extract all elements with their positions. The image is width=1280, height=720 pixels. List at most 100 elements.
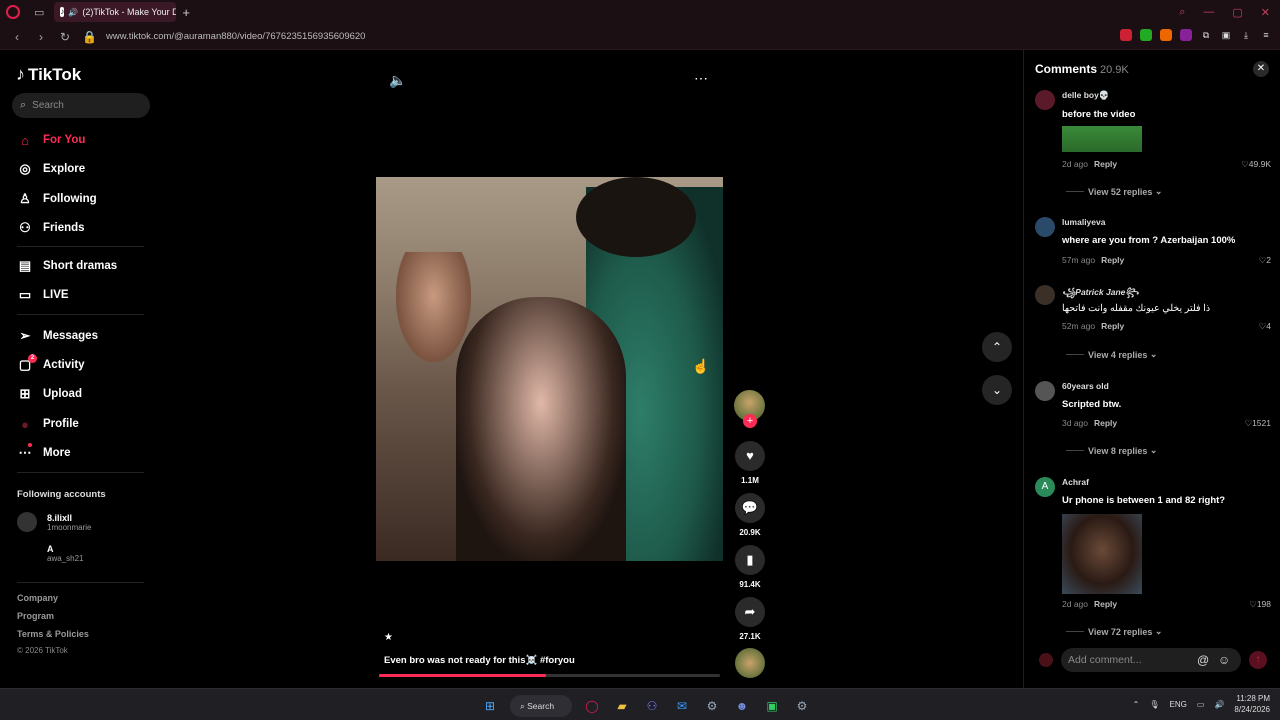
back-button[interactable]: ‹ [10,30,24,44]
comment-user[interactable]: 60years old [1062,381,1109,391]
avatar[interactable] [1035,90,1055,110]
clock[interactable]: 11:28 PM 8/24/2026 [1234,693,1270,715]
nav-friends[interactable]: ⚇ Friends [17,217,147,239]
reply-button[interactable]: Reply [1094,599,1117,609]
mail-icon[interactable]: ✉ [672,696,692,716]
follow-plus-icon[interactable]: + [743,414,757,428]
next-video-button[interactable]: ⌄ [982,375,1012,405]
emoji-icon[interactable]: ☺ [1218,653,1230,667]
nav-following[interactable]: ♙ Following [17,188,147,210]
nav-for-you[interactable]: ⌂ For You [17,129,147,151]
extension-icon[interactable] [1160,29,1172,41]
add-comment-input[interactable]: Add comment... @ ☺ [1061,648,1241,672]
nav-activity[interactable]: ▢ 2 Activity [17,354,147,376]
steam-icon[interactable]: ⚙ [792,696,812,716]
video-caption[interactable]: Even bro was not ready for this☠️ #foryo… [384,655,575,666]
extension-icon[interactable] [1120,29,1132,41]
view-replies-button[interactable]: View 72 replies ⌄ [1066,626,1162,637]
comment-user[interactable]: delle boy💀 [1062,90,1109,101]
avatar[interactable]: A [1035,477,1055,497]
box-icon[interactable]: ▣ [1220,29,1232,41]
avatar[interactable] [1035,217,1055,237]
forward-button[interactable]: › [34,30,48,44]
like-button[interactable]: ♥ [735,441,765,471]
view-replies-button[interactable]: View 8 replies ⌄ [1066,445,1157,456]
volume-tray-icon[interactable]: 🔊 [1214,700,1224,709]
avatar[interactable] [1035,381,1055,401]
comment-likes[interactable]: ♡1521 [1244,418,1271,429]
reload-button[interactable]: ↻ [58,30,72,44]
comment-user[interactable]: Achraf [1062,477,1089,487]
view-replies-button[interactable]: View 52 replies ⌄ [1066,186,1162,197]
steam-icon[interactable]: ⚙ [702,696,722,716]
previous-video-button[interactable]: ⌃ [982,332,1012,362]
nav-short-dramas[interactable]: ▤ Short dramas [17,255,147,277]
new-tab-button[interactable]: + [182,5,190,20]
video-figure [576,177,696,257]
video-progress-bar[interactable] [379,674,720,677]
tray-chevron-up-icon[interactable]: ⌃ [1133,700,1140,709]
more-options-icon[interactable]: ⋯ [694,70,708,87]
video-player[interactable] [376,177,723,561]
discord-icon[interactable]: ☻ [732,696,752,716]
reply-button[interactable]: Reply [1094,159,1117,169]
opera-logo-icon[interactable] [6,5,20,19]
file-explorer-icon[interactable]: ▰ [612,696,632,716]
tiktok-logo[interactable]: ♪ TikTok [16,64,81,85]
network-icon[interactable]: ▭ [1197,700,1205,709]
mention-icon[interactable]: @ [1197,653,1209,667]
comment-user[interactable]: lumaliyeva [1062,217,1105,227]
windows-start-icon[interactable]: ⊞ [480,696,500,716]
maximize-button[interactable]: ▢ [1232,6,1242,19]
search-tabs-icon[interactable]: ⌕ [1179,6,1185,19]
workspace-icon[interactable]: ▭ [34,6,44,19]
save-button[interactable]: ▮ [735,545,765,575]
comment-button[interactable]: 💬 [735,493,765,523]
reply-button[interactable]: Reply [1094,418,1117,428]
app-icon[interactable]: ▣ [762,696,782,716]
footer-link-program[interactable]: Program [17,611,54,621]
extension-icon[interactable] [1180,29,1192,41]
comment-image[interactable] [1062,514,1142,594]
teams-icon[interactable]: ⚇ [642,696,662,716]
microphone-icon[interactable]: 🎙 [1149,700,1159,709]
opera-icon[interactable]: ◯ [582,696,602,716]
nav-messages[interactable]: ➢ Messages [17,325,147,347]
minimize-button[interactable]: — [1203,6,1214,18]
nav-more[interactable]: ⋯ More [17,442,147,464]
nav-explore[interactable]: ◎ Explore [17,158,147,180]
footer-link-terms[interactable]: Terms & Policies [17,629,89,639]
puzzle-icon[interactable]: ⧉ [1200,29,1212,41]
language-indicator[interactable]: ENG [1170,700,1187,709]
comment-likes[interactable]: ♡4 [1259,321,1271,332]
url-field[interactable]: www.tiktok.com/@auraman880/video/7676235… [106,31,365,42]
sound-disc-icon[interactable] [735,648,765,678]
view-replies-button[interactable]: View 4 replies ⌄ [1066,349,1157,360]
download-icon[interactable]: ⤓ [1240,29,1252,41]
nav-upload[interactable]: ⊞ Upload [17,383,147,405]
post-comment-button[interactable]: ↑ [1249,651,1267,669]
taskbar-search[interactable]: ⌕ Search [510,695,572,717]
comment-likes[interactable]: ♡49.9K [1241,159,1271,170]
nav-profile[interactable]: ● Profile [17,413,147,435]
reply-button[interactable]: Reply [1101,255,1124,265]
comment-likes[interactable]: ♡2 [1259,255,1271,266]
volume-icon[interactable]: 🔈 [389,72,406,89]
nav-live[interactable]: ▭ LIVE [17,284,147,306]
search-input[interactable]: ⌕ Search [12,93,150,118]
extension-icon[interactable] [1140,29,1152,41]
reply-button[interactable]: Reply [1101,321,1124,331]
speaker-icon[interactable]: 🔊 [68,8,78,17]
share-button[interactable]: ➦ [735,597,765,627]
menu-icon[interactable]: ≡ [1260,29,1272,41]
footer-link-company[interactable]: Company [17,593,58,603]
following-account[interactable]: A awa_sh21 [17,543,83,563]
close-window-button[interactable]: ✕ [1261,6,1270,19]
close-comments-button[interactable]: ✕ [1253,61,1269,77]
comment-likes[interactable]: ♡198 [1249,599,1271,610]
following-account[interactable]: 8.ilixll 1moonmarie [17,512,91,532]
comment-image[interactable] [1062,126,1142,152]
comment-user[interactable]: ꧁Patrick Jane꧂ [1062,285,1139,303]
avatar[interactable] [1035,285,1055,305]
browser-tab[interactable]: ♪ 🔊 (2)TikTok - Make Your Day [54,2,177,22]
